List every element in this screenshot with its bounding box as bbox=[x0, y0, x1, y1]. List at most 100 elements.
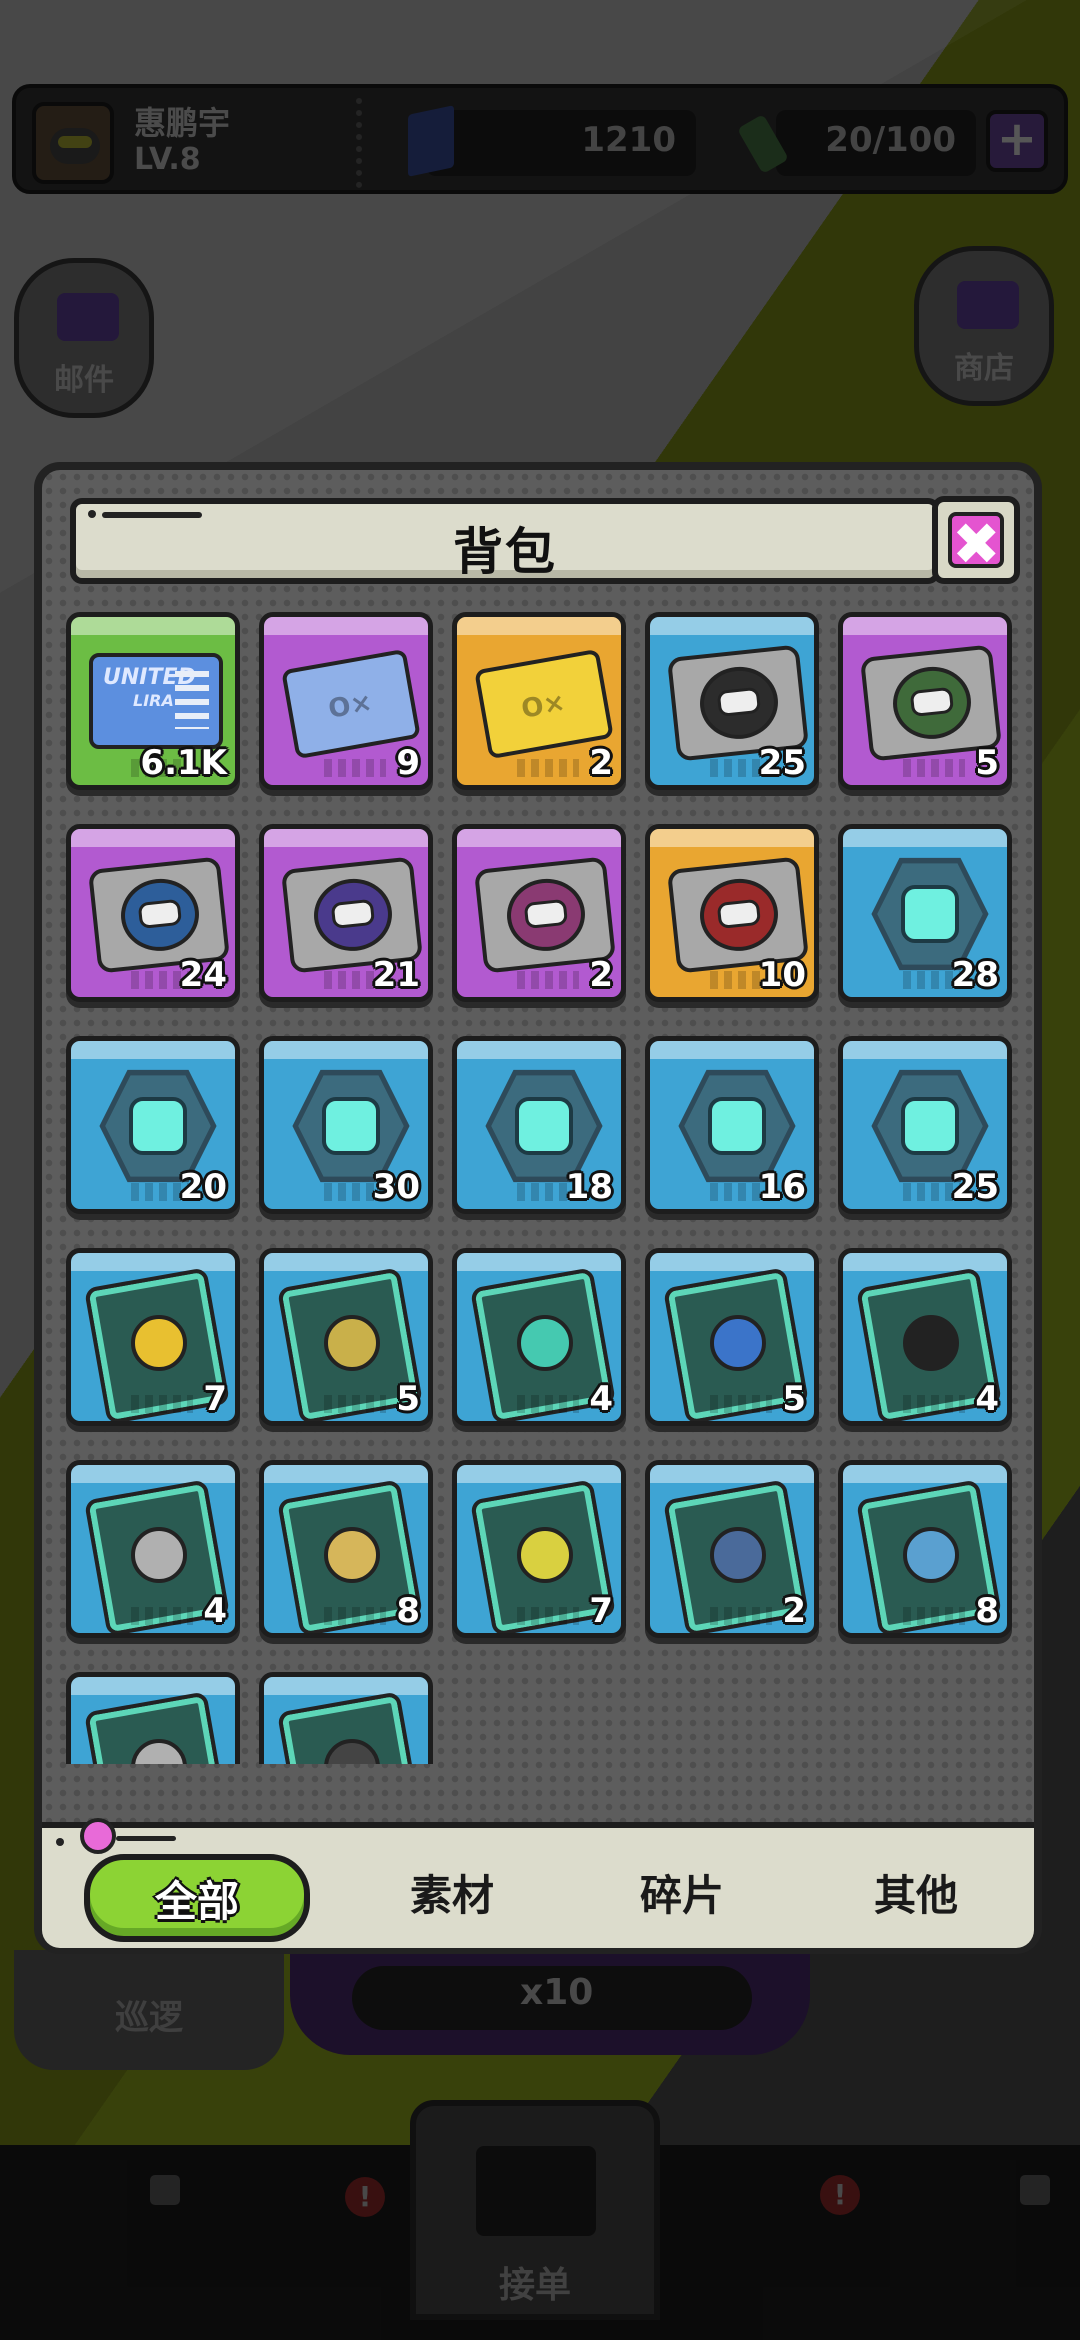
robot-face bbox=[909, 686, 955, 718]
blueprint-object-icon bbox=[131, 1527, 187, 1583]
plate-window bbox=[696, 663, 782, 743]
plate-window bbox=[889, 663, 975, 743]
pin-icon bbox=[80, 1818, 116, 1854]
category-tab-bar: 全部 素材 碎片 其他 bbox=[42, 1818, 1034, 1948]
ticket-mark: O× bbox=[326, 687, 375, 725]
blueprint-object-icon bbox=[517, 1315, 573, 1371]
item-grid-viewport[interactable]: UNITED LIRA 6.1K O× 9 O× 2 25 5 24 21 2 10 28 20 30 18 16… bbox=[66, 612, 1026, 1764]
item-slot[interactable]: 7 bbox=[66, 1248, 240, 1426]
item-slot[interactable]: 16 bbox=[645, 1036, 819, 1214]
slot-stripes bbox=[517, 1395, 579, 1413]
item-slot[interactable]: 8 bbox=[259, 1460, 433, 1638]
item-count: 8 bbox=[396, 1591, 420, 1631]
robot-face bbox=[716, 686, 762, 718]
slot-stripes bbox=[324, 1607, 386, 1625]
item-count: 30 bbox=[372, 1167, 420, 1207]
item-slot[interactable]: 4 bbox=[838, 1248, 1012, 1426]
lira-brand-bottom: LIRA bbox=[133, 691, 174, 710]
slot-stripes bbox=[324, 759, 386, 777]
tab-other[interactable]: 其他 bbox=[816, 1854, 1016, 1942]
plate-window bbox=[310, 875, 396, 955]
item-slot[interactable]: 21 bbox=[259, 824, 433, 1002]
item-slot[interactable]: UNITED LIRA 6.1K bbox=[66, 612, 240, 790]
item-slot[interactable]: 2 bbox=[452, 824, 626, 1002]
item-count: 16 bbox=[758, 1167, 806, 1207]
lira-card-icon: UNITED LIRA bbox=[89, 653, 223, 749]
item-count: 25 bbox=[951, 1167, 999, 1207]
tab-materials[interactable]: 素材 bbox=[352, 1854, 552, 1942]
slot-stripes bbox=[131, 1395, 193, 1413]
item-slot[interactable]: 18 bbox=[452, 1036, 626, 1214]
item-count: 7 bbox=[589, 1591, 613, 1631]
robot-face bbox=[330, 898, 376, 930]
item-slot[interactable]: 10 bbox=[645, 824, 819, 1002]
plate-window bbox=[117, 875, 203, 955]
item-count: 4 bbox=[203, 1591, 227, 1631]
item-slot[interactable]: 5 bbox=[259, 1248, 433, 1426]
item-count: 20 bbox=[179, 1167, 227, 1207]
item-slot[interactable]: 28 bbox=[838, 824, 1012, 1002]
item-slot[interactable]: O× 9 bbox=[259, 612, 433, 790]
item-slot[interactable]: 8 bbox=[838, 1460, 1012, 1638]
close-icon: ✖ bbox=[948, 512, 1004, 573]
tab-all[interactable]: 全部 bbox=[84, 1854, 310, 1942]
item-count: 9 bbox=[396, 743, 420, 783]
item-count: 5 bbox=[975, 743, 999, 783]
decor-line bbox=[116, 1836, 176, 1841]
item-count: 5 bbox=[782, 1379, 806, 1419]
item-slot[interactable]: 24 bbox=[66, 824, 240, 1002]
item-slot[interactable] bbox=[259, 1672, 433, 1764]
item-count: 2 bbox=[589, 743, 613, 783]
item-count: 8 bbox=[975, 1591, 999, 1631]
module-glyph-icon bbox=[322, 1097, 380, 1155]
slot-stripes bbox=[903, 1395, 965, 1413]
item-slot[interactable]: 4 bbox=[66, 1460, 240, 1638]
item-slot[interactable]: 25 bbox=[645, 612, 819, 790]
plate-window bbox=[503, 875, 589, 955]
ticket-mark: O× bbox=[519, 687, 568, 725]
item-count: 7 bbox=[203, 1379, 227, 1419]
item-count: 28 bbox=[951, 955, 999, 995]
blueprint-object-icon bbox=[710, 1527, 766, 1583]
slot-stripes bbox=[517, 1607, 579, 1625]
item-slot[interactable]: 20 bbox=[66, 1036, 240, 1214]
blueprint-object-icon bbox=[131, 1315, 187, 1371]
item-count: 4 bbox=[589, 1379, 613, 1419]
slot-stripes bbox=[710, 1607, 772, 1625]
item-slot[interactable]: 25 bbox=[838, 1036, 1012, 1214]
item-count: 2 bbox=[589, 955, 613, 995]
slot-stripes bbox=[517, 759, 579, 777]
item-count: 10 bbox=[758, 955, 806, 995]
blueprint-object-icon bbox=[324, 1315, 380, 1371]
close-button[interactable]: ✖ bbox=[932, 496, 1020, 584]
item-count: 25 bbox=[758, 743, 806, 783]
item-count: 6.1K bbox=[140, 743, 227, 783]
module-glyph-icon bbox=[708, 1097, 766, 1155]
panel-title-bar: 背包 bbox=[70, 498, 940, 584]
item-count: 2 bbox=[782, 1591, 806, 1631]
item-slot[interactable]: 5 bbox=[838, 612, 1012, 790]
item-slot[interactable] bbox=[66, 1672, 240, 1764]
item-count: 4 bbox=[975, 1379, 999, 1419]
panel-title: 背包 bbox=[453, 523, 557, 581]
robot-face bbox=[716, 898, 762, 930]
blueprint-object-icon bbox=[903, 1527, 959, 1583]
blueprint-object-icon bbox=[903, 1315, 959, 1371]
slot-stripes bbox=[903, 1607, 965, 1625]
item-slot[interactable]: 5 bbox=[645, 1248, 819, 1426]
decor-dot bbox=[56, 1838, 64, 1846]
item-slot[interactable]: 7 bbox=[452, 1460, 626, 1638]
robot-face bbox=[137, 898, 183, 930]
module-glyph-icon bbox=[129, 1097, 187, 1155]
item-count: 24 bbox=[179, 955, 227, 995]
item-slot[interactable]: 4 bbox=[452, 1248, 626, 1426]
tab-fragments[interactable]: 碎片 bbox=[582, 1854, 782, 1942]
item-count: 18 bbox=[565, 1167, 613, 1207]
item-count: 5 bbox=[396, 1379, 420, 1419]
item-slot[interactable]: O× 2 bbox=[452, 612, 626, 790]
slot-stripes bbox=[324, 1395, 386, 1413]
slot-stripes bbox=[903, 759, 965, 777]
blueprint-object-icon bbox=[710, 1315, 766, 1371]
item-slot[interactable]: 2 bbox=[645, 1460, 819, 1638]
item-slot[interactable]: 30 bbox=[259, 1036, 433, 1214]
